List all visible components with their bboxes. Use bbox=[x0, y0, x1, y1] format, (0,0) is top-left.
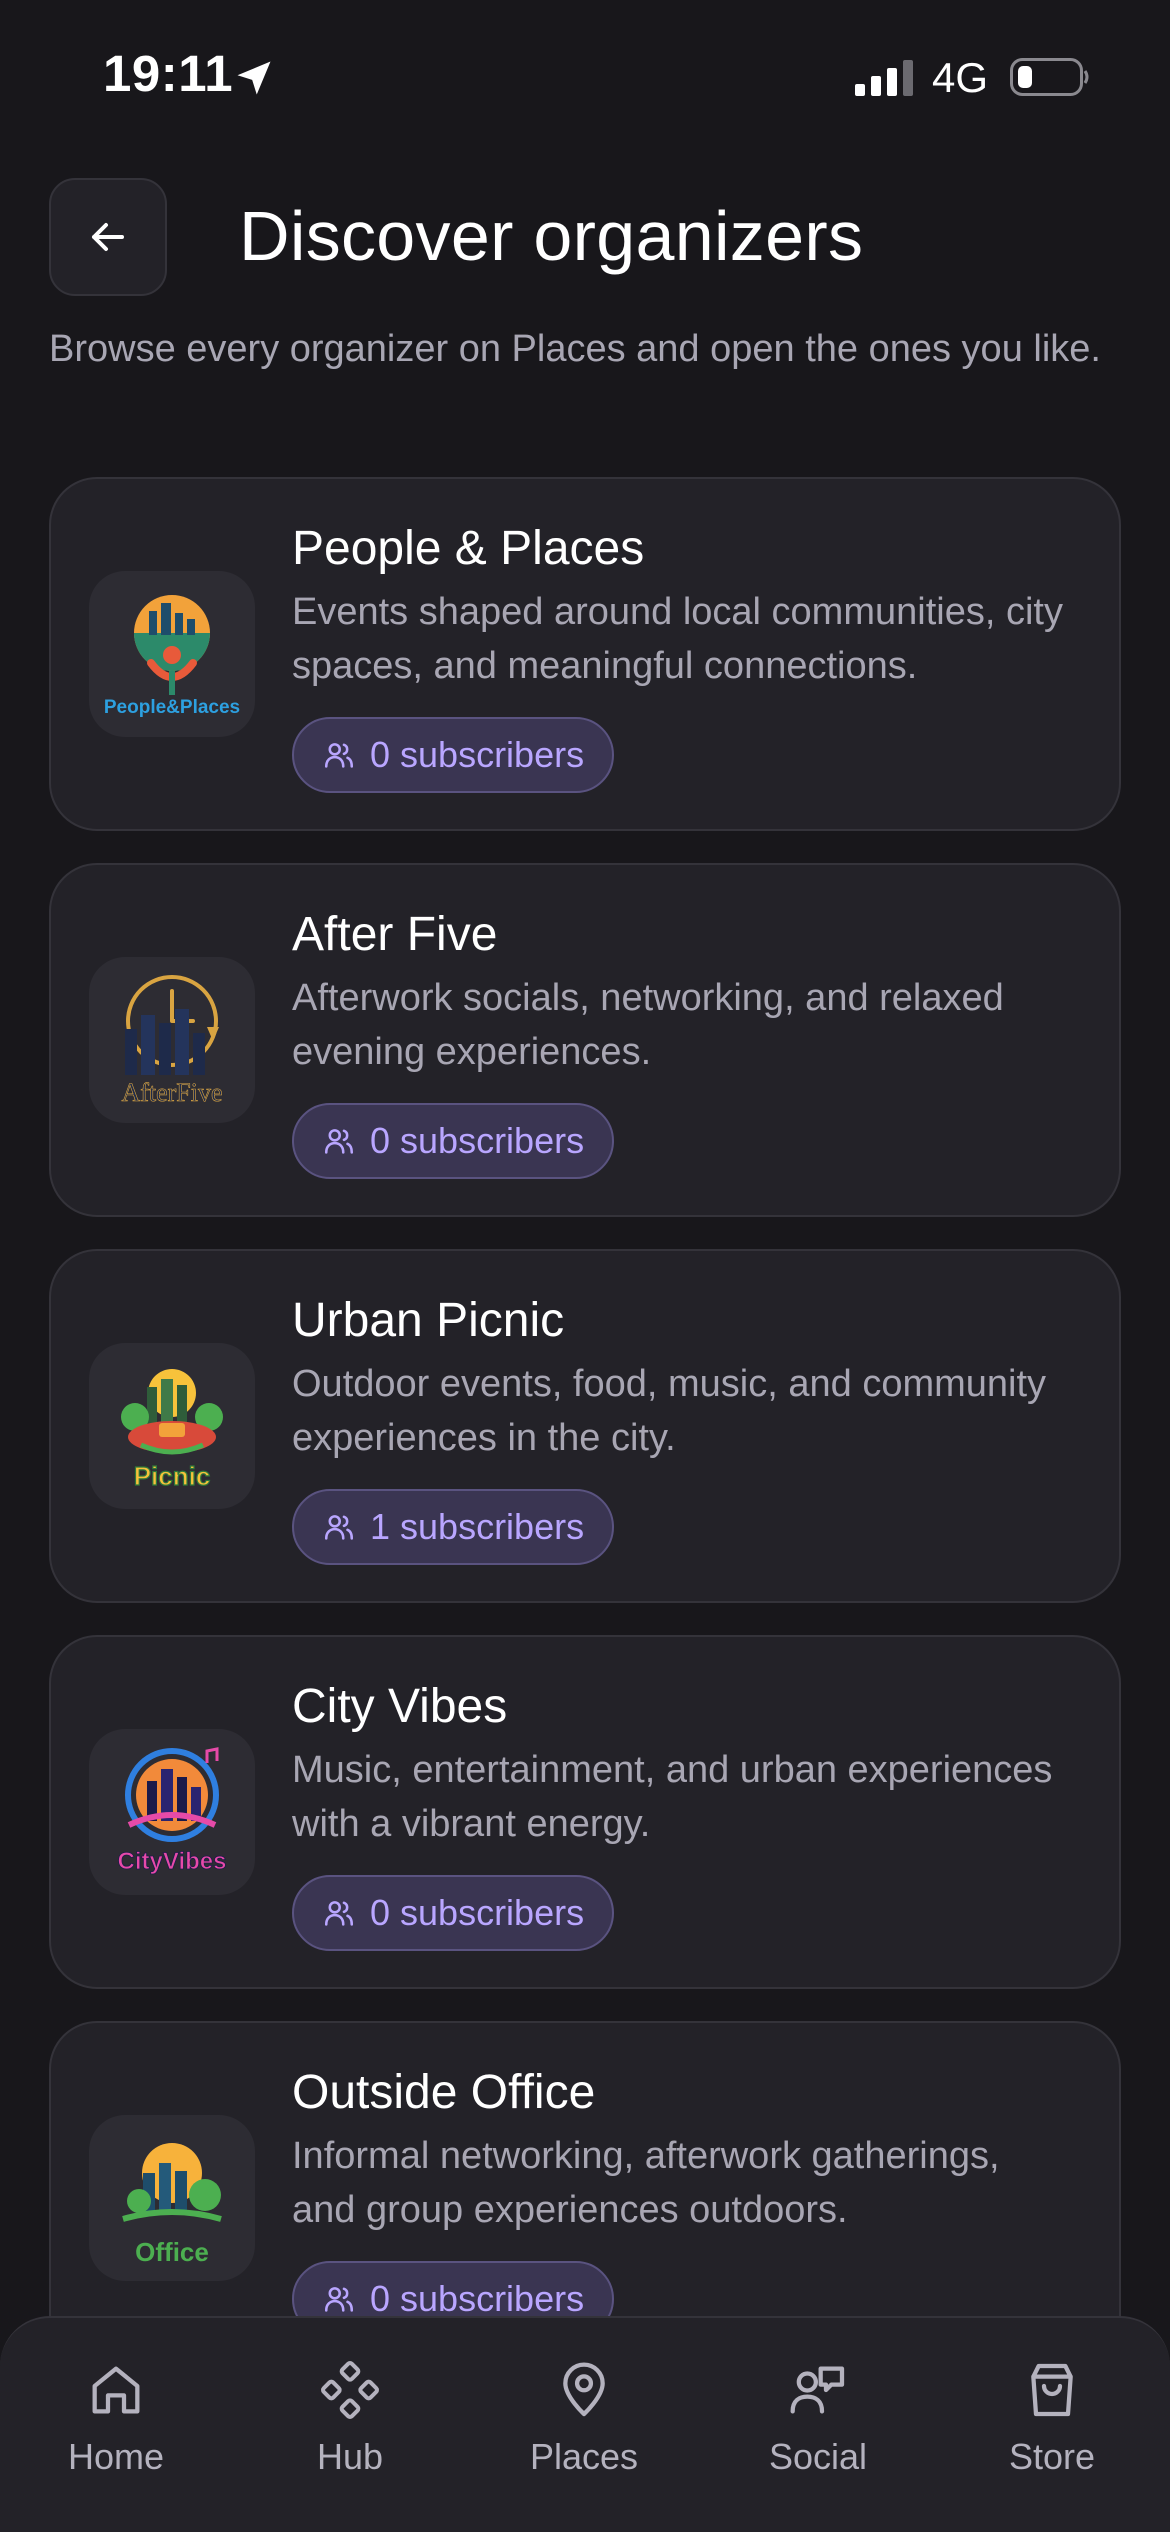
status-time: 19:11 bbox=[103, 45, 234, 102]
map-pin-icon bbox=[563, 2362, 605, 2417]
back-button[interactable] bbox=[49, 178, 167, 296]
organizer-card-urban-picnic[interactable]: Picnic Urban Picnic Outdoor events, food… bbox=[49, 1249, 1121, 1603]
social-icon bbox=[790, 2366, 845, 2414]
organizer-name: After Five bbox=[292, 908, 498, 961]
users-icon bbox=[324, 1515, 354, 1540]
page-title: Discover organizers bbox=[239, 197, 864, 275]
svg-text:CityVibes: CityVibes bbox=[118, 1848, 227, 1875]
tab-label: Home bbox=[67, 2436, 165, 2477]
subscribers-count: 0 subscribers bbox=[370, 2278, 585, 2319]
people-places-logo: People&Places bbox=[89, 571, 255, 737]
tab-label: Places bbox=[529, 2436, 639, 2477]
users-icon bbox=[324, 2287, 354, 2312]
bottom-tab-bar: Home Hub Places Social Store bbox=[0, 2316, 1170, 2532]
city-vibes-logo: CityVibes bbox=[89, 1729, 255, 1895]
battery-icon bbox=[1010, 58, 1089, 96]
organizer-card-city-vibes[interactable]: CityVibes City Vibes Music, entertainmen… bbox=[49, 1635, 1121, 1989]
organizer-name: Outside Office bbox=[292, 2066, 596, 2119]
tab-store[interactable]: Store bbox=[952, 2358, 1152, 2508]
hub-icon bbox=[321, 2361, 379, 2419]
arrow-left-icon bbox=[92, 223, 124, 251]
users-icon bbox=[324, 1129, 354, 1154]
subscribers-count: 0 subscribers bbox=[370, 1120, 585, 1161]
signal-strength-icon bbox=[855, 60, 913, 96]
subscribers-count: 1 subscribers bbox=[370, 1506, 585, 1547]
tab-social[interactable]: Social bbox=[718, 2358, 918, 2508]
page-subtitle: Browse every organizer on Places and ope… bbox=[49, 328, 1101, 370]
svg-text:Office: Office bbox=[135, 2237, 209, 2267]
network-type: 4G bbox=[932, 54, 989, 101]
subscribers-badge[interactable]: 0 subscribers bbox=[292, 1103, 615, 1179]
status-bar: 19:11 4G bbox=[0, 0, 1170, 150]
organizer-name: People & Places bbox=[292, 522, 645, 575]
home-icon bbox=[92, 2366, 140, 2414]
tab-home[interactable]: Home bbox=[16, 2358, 216, 2508]
tab-label: Store bbox=[1008, 2436, 1096, 2477]
organizer-description: Afterwork socials, networking, and relax… bbox=[292, 977, 1004, 1073]
outside-office-logo: Office bbox=[89, 2115, 255, 2281]
organizer-description: Music, entertainment, and urban experien… bbox=[292, 1749, 1053, 1845]
subscribers-count: 0 subscribers bbox=[370, 1892, 585, 1933]
svg-text:Picnic: Picnic bbox=[134, 1461, 211, 1491]
svg-text:AfterFive: AfterFive bbox=[121, 1078, 222, 1107]
organizer-description: Outdoor events, food, music, and communi… bbox=[292, 1363, 1047, 1459]
users-icon bbox=[324, 743, 354, 768]
tab-places[interactable]: Places bbox=[484, 2358, 684, 2508]
urban-picnic-logo: Picnic bbox=[89, 1343, 255, 1509]
svg-text:People&Places: People&Places bbox=[104, 697, 240, 718]
tab-label: Hub bbox=[316, 2436, 384, 2477]
subscribers-count: 0 subscribers bbox=[370, 734, 585, 775]
organizer-name: Urban Picnic bbox=[292, 1294, 565, 1347]
location-arrow-icon bbox=[237, 61, 271, 95]
organizer-description: Events shaped around local communities, … bbox=[292, 591, 1063, 687]
after-five-logo: AfterFive bbox=[89, 957, 255, 1123]
organizer-card-after-five[interactable]: AfterFive After Five Afterwork socials, … bbox=[49, 863, 1121, 1217]
tab-label: Social bbox=[768, 2436, 868, 2477]
organizer-card-people-places[interactable]: People&Places People & Places Events sha… bbox=[49, 477, 1121, 831]
tab-hub[interactable]: Hub bbox=[250, 2358, 450, 2508]
organizer-name: City Vibes bbox=[292, 1680, 508, 1733]
subscribers-badge[interactable]: 0 subscribers bbox=[292, 1875, 615, 1951]
users-icon bbox=[324, 1901, 354, 1926]
subscribers-badge[interactable]: 0 subscribers bbox=[292, 717, 615, 793]
subscribers-badge[interactable]: 1 subscribers bbox=[292, 1489, 615, 1565]
shopping-bag-icon bbox=[1031, 2363, 1073, 2417]
organizer-description: Informal networking, afterwork gathering… bbox=[292, 2135, 1000, 2231]
